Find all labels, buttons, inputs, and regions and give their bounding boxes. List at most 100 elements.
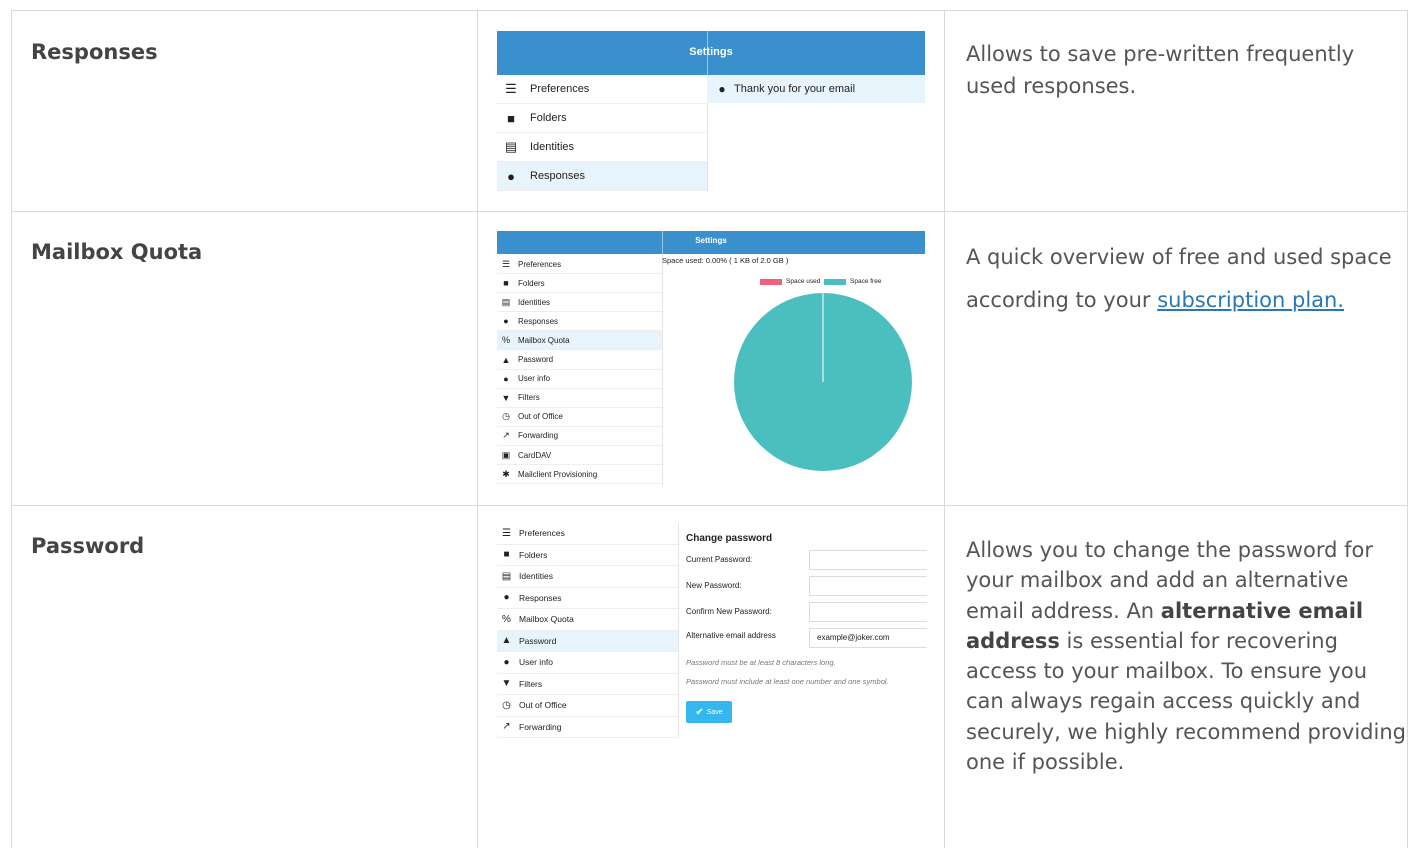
- row-description-responses: Allows to save pre-written frequently us…: [966, 42, 1355, 98]
- legend-label-used: Space used: [786, 278, 821, 285]
- menu-item-label: Out of Office: [518, 412, 563, 422]
- change-password-title: Change password: [686, 533, 773, 544]
- comment-icon: ●: [503, 316, 509, 327]
- sliders-icon: ☰: [501, 258, 511, 269]
- menu-item-label: Identities: [519, 571, 554, 582]
- legend-space-used: Space used: [760, 278, 820, 285]
- menu-item-responses[interactable]: ● Responses: [497, 312, 662, 332]
- new-password-input[interactable]: [809, 576, 927, 596]
- row-label-password: Password: [31, 534, 145, 558]
- mailbox-quota-screenshot: Settings ☰ Preferences ■ Folders ▤ Identities…: [497, 231, 925, 486]
- menu-item-label: Folders: [530, 112, 567, 124]
- quota-pie-chart: [734, 293, 912, 471]
- menu-item-password[interactable]: ▲ Password: [497, 351, 662, 370]
- menu-item-out-of-office[interactable]: ◷ Out of Office: [497, 408, 662, 427]
- legend-swatch-free: [824, 278, 846, 285]
- menu-item-label: Mailbox Quota: [518, 335, 570, 345]
- menu-item-mailbox-quota[interactable]: % Mailbox Quota: [497, 609, 678, 631]
- menu-item-carddav[interactable]: ▣ CardDAV: [497, 446, 662, 465]
- password-symbol-note: Password must include at least one numbe…: [686, 677, 889, 686]
- menu-item-label: Mailclient Provisioning: [518, 469, 598, 479]
- legend-space-free: Space free: [824, 278, 881, 285]
- percent-icon: %: [501, 335, 510, 346]
- menu-item-label: Password: [519, 635, 557, 646]
- menu-item-label: User info: [518, 374, 551, 384]
- clock-icon: ◷: [502, 411, 510, 422]
- menu-item-label: Forwarding: [519, 721, 562, 732]
- menu-item-preferences[interactable]: ☰ Preferences: [497, 523, 678, 545]
- space-used-text: Space used: 0.00% ( 1 KB of 2.0 GB ): [662, 256, 789, 265]
- menu-item-user-info[interactable]: ● User info: [497, 652, 678, 674]
- save-button[interactable]: ✔ Save: [686, 701, 732, 723]
- menu-item-responses[interactable]: ● Responses: [497, 588, 678, 609]
- menu-item-label: Out of Office: [519, 700, 567, 711]
- current-password-input[interactable]: [809, 550, 927, 570]
- menu-item-mailbox-quota[interactable]: % Mailbox Quota: [497, 331, 662, 351]
- menu-item-responses[interactable]: ● Responses: [497, 162, 707, 191]
- menu-item-folders[interactable]: ■ Folders: [497, 104, 707, 133]
- menu-item-password[interactable]: ▲ Password: [497, 630, 678, 652]
- menu-item-label: Responses: [530, 170, 586, 182]
- row-label-mailbox-quota: Mailbox Quota: [31, 240, 203, 264]
- menu-item-label: Preferences: [519, 528, 565, 539]
- menu-item-folders[interactable]: ■ Folders: [497, 545, 678, 566]
- alternative-email-input[interactable]: example@joker.com: [809, 628, 927, 648]
- menu-item-label: Mailbox Quota: [519, 614, 574, 625]
- id-card-icon: ▤: [501, 296, 511, 307]
- confirm-password-input[interactable]: [809, 602, 927, 622]
- settings-header: Settings: [497, 31, 925, 75]
- current-password-label: Current Password:: [686, 555, 753, 564]
- info-icon: ●: [503, 373, 509, 384]
- sliders-icon: ☰: [502, 527, 511, 539]
- menu-item-label: Password: [518, 355, 554, 364]
- filter-icon: ▼: [501, 392, 511, 403]
- menu-item-forwarding[interactable]: ↗ Forwarding: [497, 427, 662, 446]
- row-description-password: Allows you to change the password for yo…: [966, 535, 1406, 777]
- settings-header: Settings: [497, 231, 925, 254]
- response-item-label: Thank you for your email: [734, 83, 856, 95]
- alternative-email-label: Alternative email address: [686, 631, 776, 640]
- menu-item-filters[interactable]: ▼ Filters: [497, 674, 678, 695]
- menu-item-preferences[interactable]: ☰ Preferences: [497, 75, 707, 104]
- id-card-icon: ▤: [504, 139, 518, 154]
- menu-item-label: Responses: [519, 592, 562, 603]
- menu-item-preferences[interactable]: ☰ Preferences: [497, 255, 662, 274]
- row-description-mailbox-quota: A quick overview of free and used space …: [966, 236, 1406, 322]
- menu-item-identities[interactable]: ▤ Identities: [497, 133, 707, 162]
- folder-icon: ■: [503, 278, 509, 289]
- menu-item-label: Folders: [519, 549, 548, 560]
- menu-item-forwarding[interactable]: ↗ Forwarding: [497, 717, 678, 738]
- menu-item-out-of-office[interactable]: ◷ Out of Office: [497, 695, 678, 717]
- password-length-note: Password must be at least 8 characters l…: [686, 658, 836, 667]
- menu-item-label: Preferences: [518, 259, 562, 269]
- menu-item-identities[interactable]: ▤ Identities: [497, 566, 678, 588]
- menu-item-label: Identities: [518, 297, 551, 307]
- settings-title: Settings: [695, 236, 727, 245]
- legend-swatch-used: [760, 278, 782, 285]
- menu-item-label: CardDAV: [518, 450, 552, 460]
- legend-label-free: Space free: [850, 278, 882, 285]
- menu-item-identities[interactable]: ▤ Identities: [497, 293, 662, 313]
- confirm-password-label: Confirm New Password:: [686, 607, 772, 616]
- lock-icon: ▲: [501, 635, 512, 647]
- id-card-icon: ▤: [501, 570, 512, 582]
- info-icon: ●: [503, 656, 510, 668]
- folder-icon: ■: [503, 549, 510, 561]
- response-item[interactable]: ● Thank you for your email: [707, 75, 925, 103]
- menu-item-label: Folders: [518, 278, 545, 288]
- subscription-plan-link[interactable]: subscription plan.: [1157, 288, 1344, 312]
- responses-screenshot: Settings ☰ Preferences ■ Folders ▤ Identities…: [497, 31, 925, 191]
- share-icon: ↗: [502, 721, 511, 733]
- menu-item-label: Responses: [518, 316, 559, 326]
- settings-title: Settings: [689, 46, 733, 58]
- menu-item-label: Filters: [519, 678, 543, 689]
- menu-item-label: Forwarding: [518, 431, 559, 441]
- menu-item-label: Filters: [518, 393, 540, 403]
- menu-item-mailclient-provisioning[interactable]: ✱ Mailclient Provisioning: [497, 465, 662, 485]
- menu-item-folders[interactable]: ■ Folders: [497, 274, 662, 294]
- menu-item-filters[interactable]: ▼ Filters: [497, 389, 662, 408]
- gear-icon: ✱: [502, 468, 510, 479]
- row-label-responses: Responses: [31, 40, 158, 64]
- folder-icon: ■: [507, 110, 515, 126]
- menu-item-user-info[interactable]: ● User info: [497, 370, 662, 389]
